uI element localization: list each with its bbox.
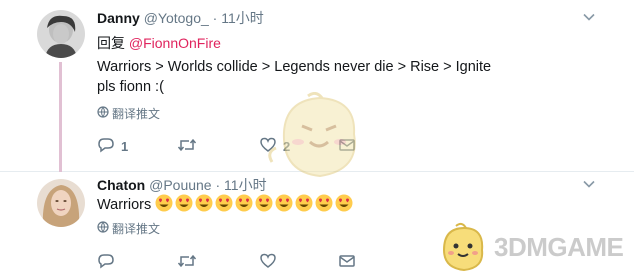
reply-count: 1 [121,138,129,154]
translate-tweet-link[interactable]: 翻译推文 [97,221,160,237]
tweet-text: Warriors [97,194,355,215]
tweet-text: Warriors > Worlds collide > Legends neve… [97,57,491,97]
display-name[interactable]: Chaton [97,177,145,193]
reply-icon [97,252,115,273]
timestamp[interactable]: 11小时 [221,10,264,26]
heart-eyes-emoji [235,194,253,212]
display-name[interactable]: Danny [97,10,140,26]
site-logo: 3DMGAME [436,222,630,274]
message-button[interactable] [338,252,356,272]
timestamp[interactable]: 11小时 [224,177,267,193]
heart-eyes-emoji [175,194,193,212]
globe-icon [97,221,109,237]
like-button[interactable]: 2 [259,136,290,156]
retweet-button[interactable] [177,252,197,272]
tweet-actions [97,252,377,272]
user-handle[interactable]: @Pouune [149,177,211,193]
reply-button[interactable]: 1 [97,136,128,156]
reply-button[interactable] [97,252,115,272]
avatar[interactable] [37,10,85,58]
heart-eyes-emoji [335,194,353,212]
logo-text: 3DMGAME [494,232,624,262]
tweet-text-line: Warriors > Worlds collide > Legends neve… [97,59,492,75]
tweet-header: Chaton @Pouune · 11小时 [97,176,267,194]
tweet-text-line: pls fionn :( [97,79,164,95]
heart-icon [259,252,277,273]
chevron-down-icon[interactable] [582,10,596,24]
reply-icon [97,136,115,157]
heart-eyes-emoji [275,194,293,212]
retweet-icon [177,136,197,157]
retweet-button[interactable] [177,136,197,156]
heart-eyes-emoji [155,194,173,212]
heart-icon [259,136,277,157]
emoji-row [155,194,355,213]
heart-eyes-emoji [315,194,333,212]
message-button[interactable] [338,136,356,156]
like-count: 2 [283,138,291,154]
globe-icon [97,106,109,122]
tweet-actions: 1 2 [97,136,377,156]
translate-label: 翻译推文 [112,107,161,121]
heart-eyes-emoji [195,194,213,212]
mention-link[interactable]: @FionnOnFire [129,35,221,51]
chevron-down-icon[interactable] [582,177,596,191]
reply-prefix: 回复 [97,35,129,51]
thread-line [59,62,62,172]
replying-to: 回复 @FionnOnFire [97,34,221,52]
envelope-icon [338,136,356,157]
tweet-text-word: Warriors [97,197,152,213]
tweet-danny[interactable]: Danny @Yotogo_ · 11小时 回复 @FionnOnFire Wa… [0,0,634,172]
heart-eyes-emoji [215,194,233,212]
retweet-icon [177,252,197,273]
envelope-icon [338,252,356,273]
avatar[interactable] [37,179,85,227]
heart-eyes-emoji [255,194,273,212]
heart-eyes-emoji [295,194,313,212]
separator: · [215,177,221,193]
user-handle[interactable]: @Yotogo_ [144,10,209,26]
translate-label: 翻译推文 [112,222,161,236]
separator: · [212,10,218,26]
tweet-header: Danny @Yotogo_ · 11小时 [97,9,264,27]
like-button[interactable] [259,252,277,272]
translate-tweet-link[interactable]: 翻译推文 [97,106,160,122]
